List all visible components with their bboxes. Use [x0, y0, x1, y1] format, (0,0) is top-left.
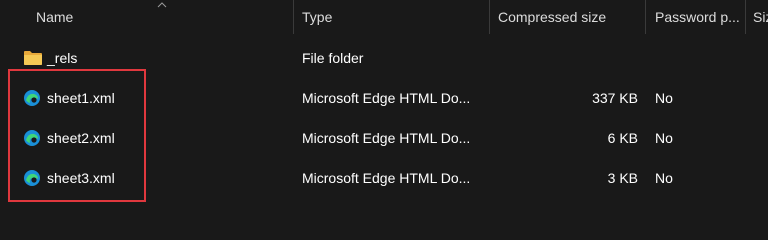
column-header-size[interactable]: Siz — [753, 0, 768, 34]
column-divider[interactable] — [489, 0, 490, 34]
file-compressed-size: 6 KB — [607, 130, 638, 146]
column-divider[interactable] — [293, 0, 294, 34]
column-header-type[interactable]: Type — [302, 0, 482, 34]
file-compressed-size: 337 KB — [592, 90, 638, 106]
folder-icon — [24, 51, 42, 65]
list-item-rels[interactable]: _rels File folder — [0, 38, 768, 78]
list-item-sheet2[interactable]: sheet2.xml Microsoft Edge HTML Do... 6 K… — [0, 118, 768, 158]
file-type: File folder — [302, 50, 364, 66]
column-header-bar: Name Type Compressed size Password p... … — [0, 0, 768, 34]
column-divider[interactable] — [645, 0, 646, 34]
file-type: Microsoft Edge HTML Do... — [302, 130, 471, 146]
file-password-protected: No — [655, 170, 673, 186]
file-list-view: Name Type Compressed size Password p... … — [0, 0, 768, 213]
file-name: sheet2.xml — [47, 130, 115, 146]
file-password-protected: No — [655, 90, 673, 106]
file-type: Microsoft Edge HTML Do... — [302, 90, 471, 106]
edge-icon — [24, 170, 40, 186]
file-password-protected: No — [655, 130, 673, 146]
edge-icon — [24, 90, 40, 106]
file-name: sheet3.xml — [47, 170, 115, 186]
column-header-name[interactable]: Name — [36, 0, 286, 34]
file-compressed-size: 3 KB — [607, 170, 638, 186]
list-item-sheet1[interactable]: sheet1.xml Microsoft Edge HTML Do... 337… — [0, 78, 768, 118]
edge-icon — [24, 130, 40, 146]
list-item-sheet3[interactable]: sheet3.xml Microsoft Edge HTML Do... 3 K… — [0, 158, 768, 198]
column-divider[interactable] — [745, 0, 746, 34]
file-type: Microsoft Edge HTML Do... — [302, 170, 471, 186]
column-header-compressed-size[interactable]: Compressed size — [498, 0, 638, 34]
file-name: _rels — [47, 50, 78, 66]
file-name: sheet1.xml — [47, 90, 115, 106]
column-header-password-protected[interactable]: Password p... — [655, 0, 740, 34]
